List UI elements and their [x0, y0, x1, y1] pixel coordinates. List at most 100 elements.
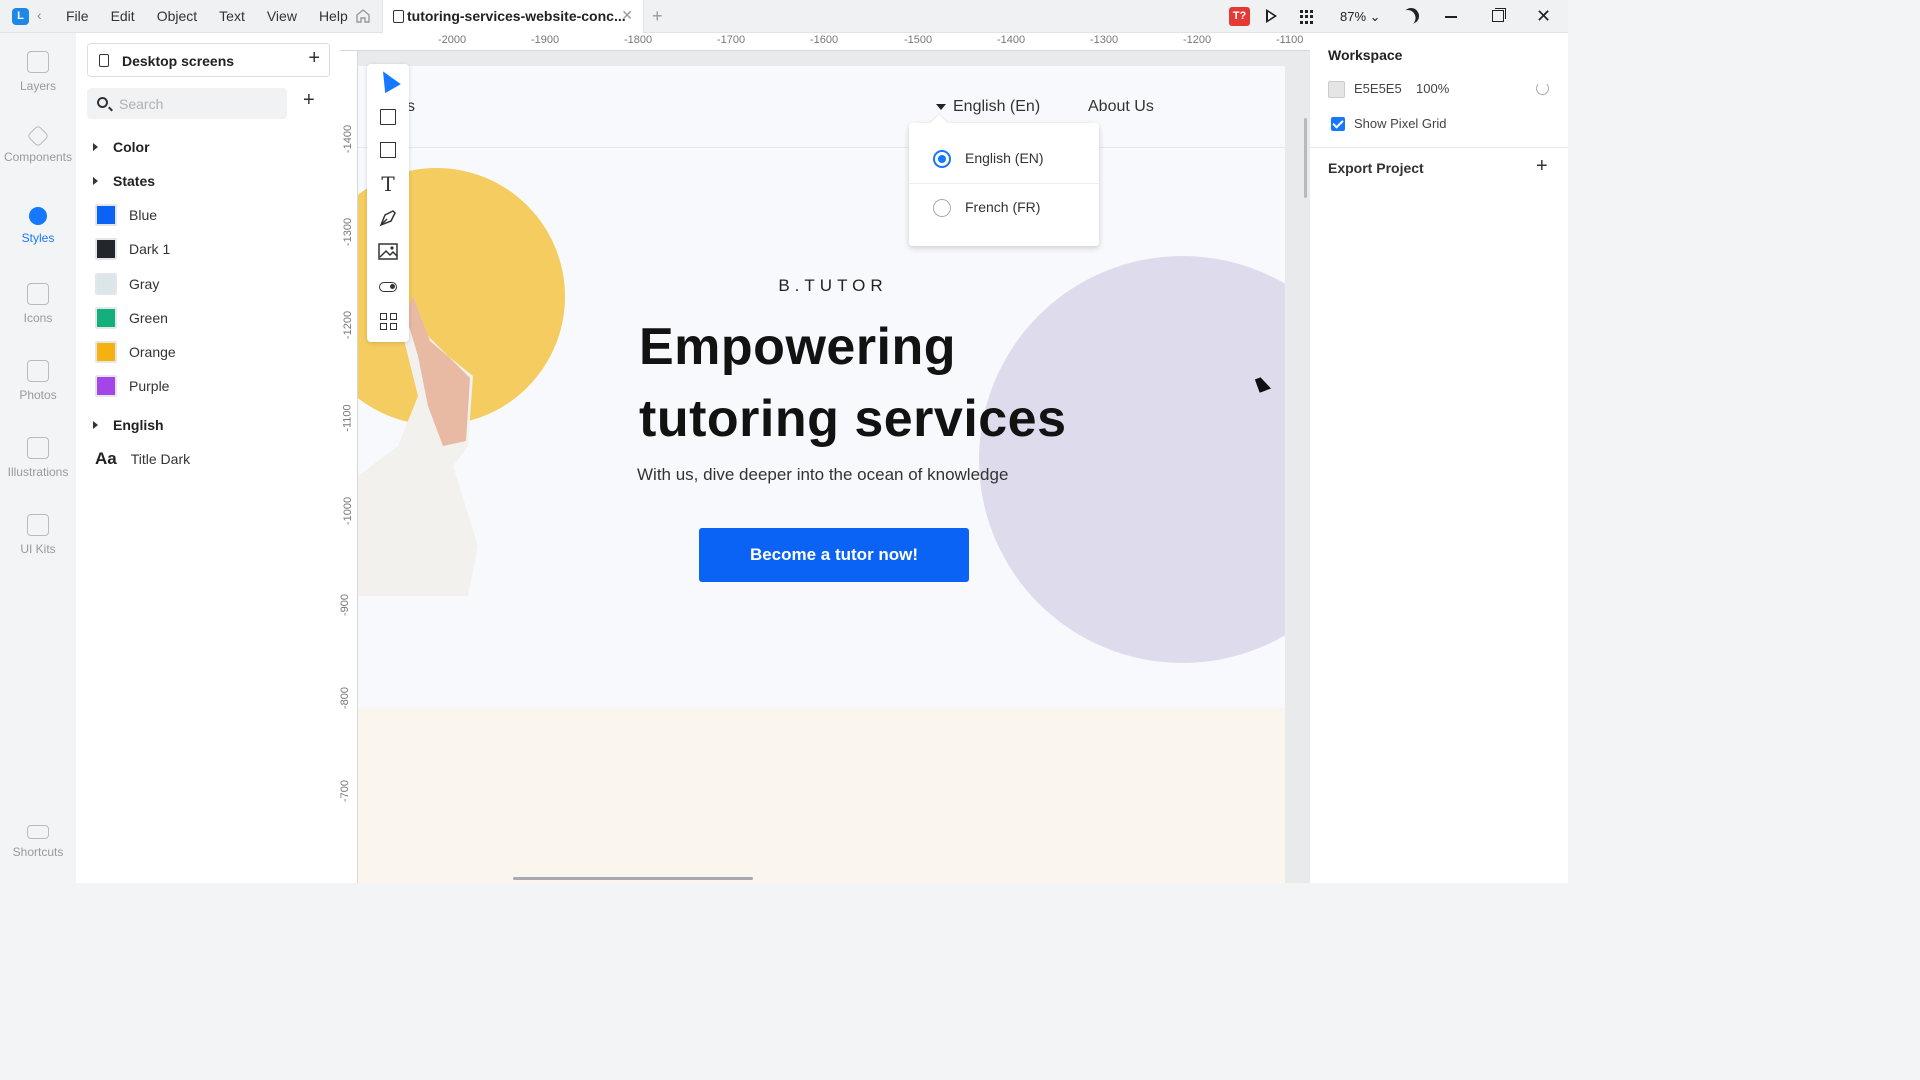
- ruler-label: -1400: [342, 124, 355, 154]
- workspace-opacity[interactable]: 100%: [1416, 81, 1449, 96]
- toggle-icon: [379, 282, 397, 292]
- horizontal-scrollbar[interactable]: [513, 877, 753, 880]
- toggle-tool[interactable]: [377, 276, 399, 298]
- text-style-preview: Aa: [95, 449, 117, 468]
- text-style-label: Title Dark: [130, 451, 191, 467]
- ruler-label: -1400: [997, 34, 1026, 46]
- zoom-value: 87%: [1340, 9, 1367, 24]
- ruler-label: -1300: [342, 217, 355, 247]
- option-french[interactable]: French (FR): [909, 184, 1099, 232]
- ruler-label: -1500: [904, 34, 933, 46]
- close-window-icon[interactable]: ✕: [1536, 6, 1551, 27]
- close-tab-icon[interactable]: ✕: [621, 7, 633, 24]
- menu-object[interactable]: Object: [157, 8, 197, 24]
- add-export-icon[interactable]: +: [1536, 155, 1548, 178]
- caret-right-icon: [93, 143, 98, 151]
- rail-icons[interactable]: Icons: [0, 283, 76, 325]
- ruler-label: -1000: [342, 496, 355, 526]
- pen-tool[interactable]: [377, 207, 399, 229]
- image-tool[interactable]: [377, 241, 399, 263]
- hero-headline[interactable]: Empowering tutoring services: [639, 311, 1067, 455]
- nav-language-selector[interactable]: English (En): [936, 98, 1040, 116]
- pointer-icon: [375, 66, 401, 94]
- swatch-gray[interactable]: Gray: [95, 272, 159, 296]
- rail-styles-label: Styles: [21, 231, 55, 245]
- swatch-label: Blue: [129, 207, 158, 223]
- vertical-scrollbar[interactable]: [1304, 118, 1307, 198]
- rail-styles[interactable]: Styles: [0, 207, 76, 245]
- rail-photos[interactable]: Photos: [0, 360, 76, 402]
- ruler-top: -2000 -1900 -1800 -1700 -1600 -1500 -140…: [340, 33, 1310, 51]
- swatch-label: Gray: [129, 276, 160, 292]
- rail-photos-label: Photos: [19, 388, 57, 402]
- rail-layers[interactable]: Layers: [0, 51, 76, 93]
- brand-name[interactable]: B.TUTOR: [358, 276, 1285, 296]
- swatch-label: Purple: [129, 378, 170, 394]
- swatch-orange[interactable]: Orange: [95, 340, 176, 364]
- frame-tool[interactable]: [377, 106, 399, 128]
- components-tool[interactable]: [377, 310, 399, 332]
- second-section[interactable]: [358, 708, 1285, 883]
- search-box[interactable]: [87, 88, 287, 119]
- workspace-color-hex[interactable]: E5E5E5: [1354, 81, 1402, 96]
- rail-illustrations[interactable]: Illustrations: [0, 437, 76, 479]
- pixel-grid-label: Show Pixel Grid: [1354, 116, 1447, 131]
- menu-file[interactable]: File: [66, 8, 89, 24]
- tab-title: tutoring-services-website-conc...: [407, 8, 626, 24]
- new-tab-icon[interactable]: +: [652, 6, 663, 27]
- back-chevron-icon[interactable]: ‹: [37, 7, 42, 23]
- dark-mode-icon[interactable]: [1400, 5, 1422, 27]
- select-tool[interactable]: [375, 66, 401, 94]
- ruler-label: -800: [340, 686, 352, 710]
- apps-grid-icon[interactable]: [1300, 10, 1314, 24]
- radio-unchecked-icon[interactable]: [933, 199, 951, 217]
- option-english[interactable]: English (EN): [909, 135, 1099, 183]
- minimize-icon[interactable]: [1445, 16, 1457, 18]
- rectangle-tool[interactable]: [377, 139, 399, 161]
- document-icon: [393, 10, 404, 23]
- text-tool[interactable]: T: [377, 173, 399, 195]
- zoom-level[interactable]: 87% ⌄: [1340, 9, 1381, 25]
- document-tab[interactable]: tutoring-services-website-conc... ✕: [382, 0, 644, 33]
- rail-components[interactable]: Components: [0, 124, 76, 164]
- reset-icon[interactable]: [1536, 82, 1549, 95]
- ruler-label: -2000: [438, 34, 467, 46]
- add-style-icon[interactable]: +: [303, 89, 315, 112]
- restore-icon[interactable]: [1492, 10, 1504, 22]
- group-english[interactable]: English: [93, 414, 164, 436]
- workspace-color-swatch[interactable]: [1328, 81, 1345, 98]
- photos-icon: [27, 360, 49, 382]
- page-selector[interactable]: Desktop screens +: [87, 43, 330, 77]
- pen-icon: [379, 210, 396, 227]
- add-page-icon[interactable]: +: [308, 47, 320, 70]
- rail-components-label: Components: [3, 150, 73, 164]
- menu-help[interactable]: Help: [319, 8, 348, 24]
- group-color[interactable]: Color: [93, 136, 150, 158]
- menu-view[interactable]: View: [267, 8, 297, 24]
- chevron-down-icon: ⌄: [1369, 9, 1381, 24]
- side-rail: Layers Components Styles Icons Photos Il…: [0, 33, 76, 883]
- radio-checked-icon[interactable]: [933, 150, 951, 168]
- export-project-label: Export Project: [1328, 160, 1424, 176]
- nav-about-us[interactable]: About Us: [1088, 98, 1154, 116]
- swatch-purple[interactable]: Purple: [95, 374, 169, 398]
- pixel-grid-checkbox[interactable]: [1331, 117, 1345, 131]
- become-tutor-button[interactable]: Become a tutor now!: [699, 528, 969, 582]
- hero-subtitle[interactable]: With us, dive deeper into the ocean of k…: [637, 465, 1008, 485]
- rail-shortcuts[interactable]: Shortcuts: [0, 825, 76, 859]
- swatch-blue[interactable]: Blue: [95, 203, 157, 227]
- swatch-green[interactable]: Green: [95, 306, 168, 330]
- artboard-desktop[interactable]: s English (En) About Us B.TUTOR Empoweri…: [358, 66, 1285, 883]
- grid-icon: [380, 313, 397, 330]
- user-badge[interactable]: T?: [1229, 7, 1250, 26]
- search-input[interactable]: [119, 94, 279, 113]
- color-swatch: [95, 341, 117, 363]
- home-icon[interactable]: [355, 8, 371, 24]
- menu-text[interactable]: Text: [219, 8, 245, 24]
- group-states[interactable]: States: [93, 170, 155, 192]
- text-style-title-dark[interactable]: Aa Title Dark: [95, 449, 190, 469]
- rail-ui-kits[interactable]: UI Kits: [0, 514, 76, 556]
- app-logo-icon[interactable]: L: [12, 8, 29, 25]
- swatch-dark-1[interactable]: Dark 1: [95, 237, 170, 261]
- menu-edit[interactable]: Edit: [111, 8, 135, 24]
